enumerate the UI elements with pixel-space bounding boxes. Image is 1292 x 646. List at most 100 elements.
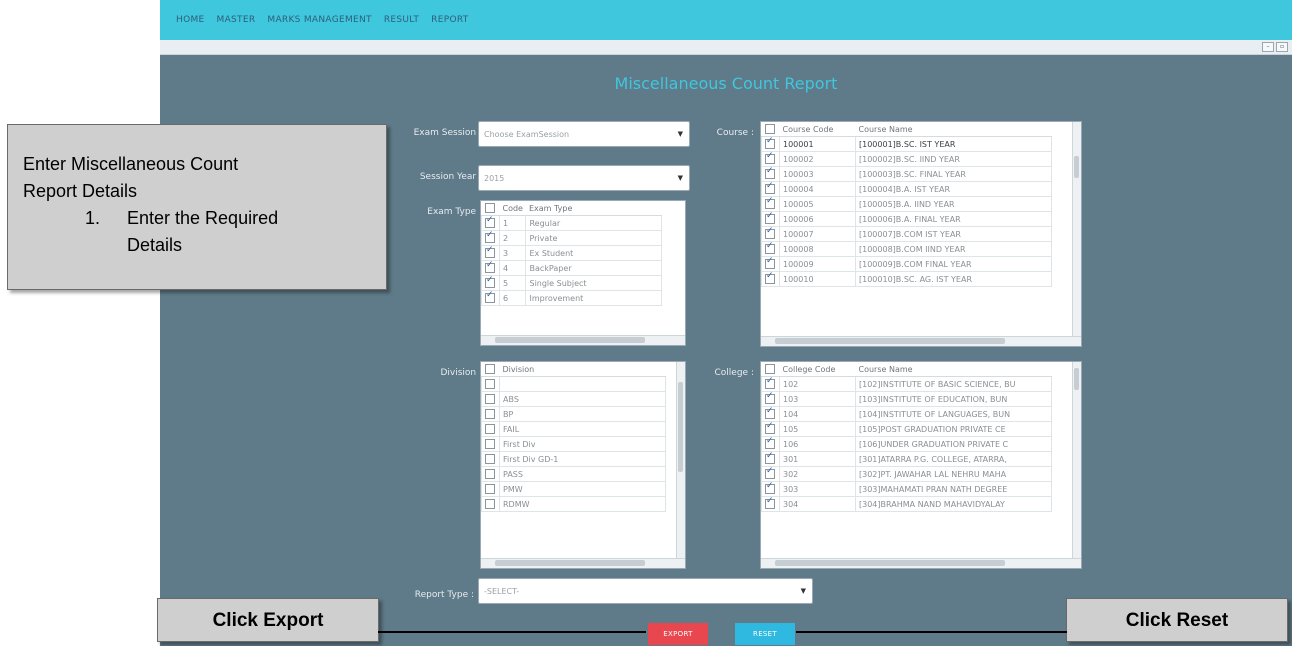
horizontal-scrollbar[interactable] [481, 558, 685, 568]
table-row[interactable] [481, 376, 666, 392]
table-row[interactable]: 104[104]INSTITUTE OF LANGUAGES, BUN [761, 406, 1052, 422]
row-checkbox[interactable] [485, 424, 495, 434]
row-checkbox[interactable] [765, 258, 775, 269]
nav-home[interactable]: HOME [176, 15, 205, 25]
table-row[interactable]: FAIL [481, 421, 666, 437]
select-all-checkbox[interactable] [764, 124, 775, 134]
vertical-scrollbar[interactable] [676, 362, 685, 559]
scroll-thumb[interactable] [495, 560, 645, 566]
row-checkbox[interactable] [485, 409, 495, 419]
vertical-scrollbar[interactable] [1072, 122, 1081, 337]
table-row[interactable]: 100010[100010]B.SC. AG. IST YEAR [761, 271, 1052, 287]
table-row[interactable]: 100007[100007]B.COM IST YEAR [761, 226, 1052, 242]
row-checkbox[interactable] [485, 379, 495, 389]
row-checkbox[interactable] [485, 484, 495, 494]
row-checkbox[interactable] [485, 499, 495, 509]
row-checkbox[interactable] [765, 393, 775, 404]
table-row[interactable]: 105[105]POST GRADUATION PRIVATE CE [761, 421, 1052, 437]
table-row[interactable]: 100009[100009]B.COM FINAL YEAR [761, 256, 1052, 272]
table-row[interactable]: First Div GD-1 [481, 451, 666, 467]
row-checkbox[interactable] [765, 408, 775, 419]
row-checkbox[interactable] [485, 217, 495, 228]
row-checkbox[interactable] [765, 468, 775, 479]
nav-marks-management[interactable]: MARKS MANAGEMENT [267, 15, 371, 25]
row-checkbox[interactable] [765, 438, 775, 449]
row-checkbox[interactable] [485, 394, 495, 404]
scroll-thumb[interactable] [1074, 156, 1079, 178]
scroll-thumb[interactable] [678, 382, 683, 472]
table-row[interactable]: 100006[100006]B.A. FINAL YEAR [761, 211, 1052, 227]
row-checkbox[interactable] [765, 243, 775, 254]
row-checkbox[interactable] [765, 453, 775, 464]
reset-button[interactable]: RESET [735, 623, 795, 645]
table-row[interactable]: 5Single Subject [481, 275, 663, 291]
table-row[interactable]: ABS [481, 391, 666, 407]
row-checkbox[interactable] [485, 439, 495, 449]
export-button[interactable]: EXPORT [648, 623, 708, 645]
row-checkbox[interactable] [765, 423, 775, 434]
table-row[interactable]: 102[102]INSTITUTE OF BASIC SCIENCE, BU [761, 376, 1052, 392]
row-checkbox[interactable] [765, 213, 775, 224]
session-year-select[interactable]: 2015 ▼ [478, 165, 690, 191]
table-row[interactable]: 100005[100005]B.A. IIND YEAR [761, 196, 1052, 212]
table-row[interactable]: RDMW [481, 496, 666, 512]
horizontal-scrollbar[interactable] [481, 335, 685, 345]
table-row[interactable]: 1Regular [481, 215, 663, 231]
nav-result[interactable]: RESULT [384, 15, 419, 25]
row-checkbox[interactable] [485, 262, 495, 273]
row-checkbox[interactable] [765, 273, 775, 284]
table-row[interactable]: 301[301]ATARRA P.G. COLLEGE, ATARRA, [761, 451, 1052, 467]
table-row[interactable]: PASS [481, 466, 666, 482]
table-row[interactable]: 100003[100003]B.SC. FINAL YEAR [761, 166, 1052, 182]
vertical-scrollbar[interactable] [1072, 362, 1081, 559]
table-row[interactable]: 100004[100004]B.A. IST YEAR [761, 181, 1052, 197]
horizontal-scrollbar[interactable] [761, 558, 1081, 568]
column-header: Course Name [855, 122, 1052, 137]
table-row[interactable]: 2Private [481, 230, 663, 246]
code-cell: 4 [498, 260, 527, 276]
scroll-thumb[interactable] [775, 560, 1005, 566]
table-row[interactable]: 100002[100002]B.SC. IIND YEAR [761, 151, 1052, 167]
row-checkbox[interactable] [485, 454, 495, 464]
table-row[interactable]: 302[302]PT. JAWAHAR LAL NEHRU MAHA [761, 466, 1052, 482]
row-checkbox[interactable] [485, 232, 495, 243]
row-checkbox[interactable] [765, 198, 775, 209]
table-row[interactable]: PMW [481, 481, 666, 497]
select-all-checkbox[interactable] [484, 203, 495, 213]
row-checkbox[interactable] [765, 378, 775, 389]
course-name-cell: [100004]B.A. IST YEAR [855, 181, 1052, 197]
row-checkbox[interactable] [765, 153, 775, 164]
scroll-thumb[interactable] [495, 337, 645, 343]
horizontal-scrollbar[interactable] [761, 336, 1081, 346]
table-row[interactable]: 6Improvement [481, 290, 663, 306]
select-all-checkbox[interactable] [764, 364, 775, 374]
row-checkbox[interactable] [485, 469, 495, 479]
row-checkbox[interactable] [765, 138, 775, 149]
maximize-icon[interactable]: ▫ [1276, 42, 1288, 52]
row-checkbox[interactable] [485, 247, 495, 258]
table-row[interactable]: 4BackPaper [481, 260, 663, 276]
row-checkbox[interactable] [765, 228, 775, 239]
nav-report[interactable]: REPORT [431, 15, 468, 25]
table-row[interactable]: First Div [481, 436, 666, 452]
row-checkbox[interactable] [485, 277, 495, 288]
table-row[interactable]: 304[304]BRAHMA NAND MAHAVIDYALAY [761, 496, 1052, 512]
report-type-select[interactable]: -SELECT- ▼ [478, 578, 813, 604]
select-all-checkbox[interactable] [484, 364, 495, 374]
table-row[interactable]: 100008[100008]B.COM IIND YEAR [761, 241, 1052, 257]
table-row[interactable]: 303[303]MAHAMATI PRAN NATH DEGREE [761, 481, 1052, 497]
minimize-icon[interactable]: – [1262, 42, 1274, 52]
scroll-thumb[interactable] [1074, 368, 1079, 390]
row-checkbox[interactable] [485, 292, 495, 303]
scroll-thumb[interactable] [775, 338, 1005, 344]
table-row[interactable]: 106[106]UNDER GRADUATION PRIVATE C [761, 436, 1052, 452]
table-row[interactable]: 100001[100001]B.SC. IST YEAR [761, 136, 1052, 152]
row-checkbox[interactable] [765, 483, 775, 494]
row-checkbox[interactable] [765, 168, 775, 179]
nav-master[interactable]: MASTER [217, 15, 256, 25]
row-checkbox[interactable] [765, 183, 775, 194]
table-row[interactable]: 103[103]INSTITUTE OF EDUCATION, BUN [761, 391, 1052, 407]
row-checkbox[interactable] [765, 498, 775, 509]
table-row[interactable]: 3Ex Student [481, 245, 663, 261]
table-row[interactable]: BP [481, 406, 666, 422]
